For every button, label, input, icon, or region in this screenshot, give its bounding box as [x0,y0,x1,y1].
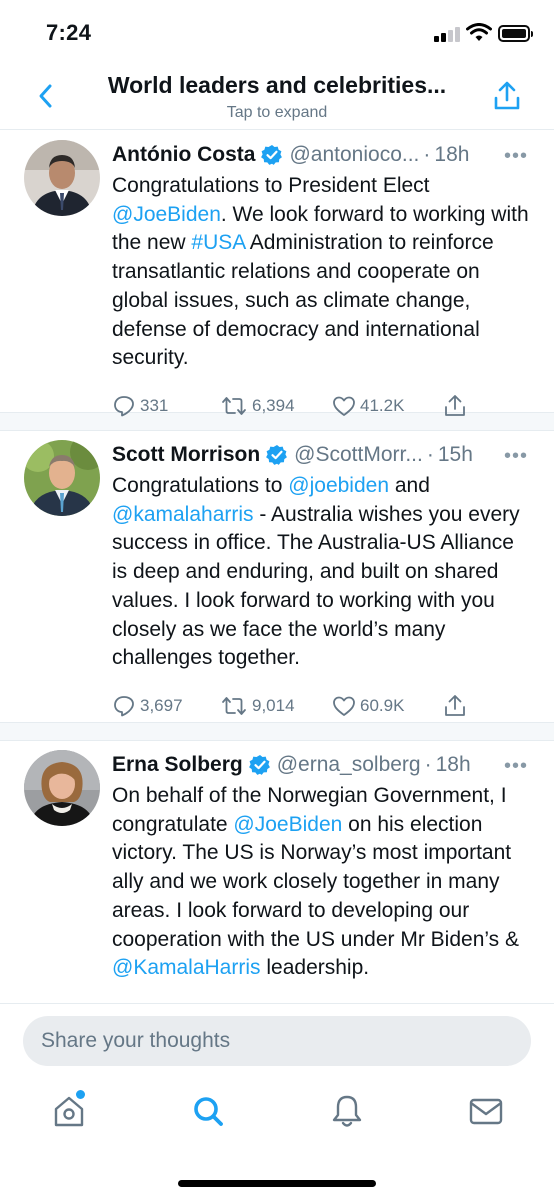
reply-button[interactable]: 3,697 [112,694,220,718]
battery-icon [498,25,533,42]
like-icon [333,396,355,416]
page-title[interactable]: World leaders and celebrities... [70,72,484,99]
wifi-icon [466,23,492,41]
notification-dot [76,1090,85,1099]
reply-button[interactable]: 331 [112,394,220,418]
tap-to-expand[interactable]: Tap to expand [70,104,484,122]
author-handle[interactable]: @antonioco... [289,143,419,167]
retweet-button[interactable]: 6,394 [220,394,332,418]
mail-icon[interactable] [466,1091,506,1131]
share-icon[interactable] [442,393,468,419]
tweet-age: 18h [435,753,471,776]
avatar[interactable] [24,440,100,516]
author-name[interactable]: Scott Morrison [112,443,260,467]
tweet-card[interactable]: Scott Morrison @ScottMorr... · 15h ••• C… [0,431,554,723]
author-name[interactable]: António Costa [112,143,255,167]
status-bar: 7:24 [0,0,554,62]
compose-input[interactable] [23,1016,531,1066]
mention-link[interactable]: @KamalaHarris [112,956,261,979]
search-icon[interactable] [188,1091,228,1131]
cellular-signal-icon [434,26,460,42]
verified-icon [248,755,270,775]
hashtag-link[interactable]: #USA [191,231,245,254]
status-time: 7:24 [46,20,92,45]
compose-bar [0,1003,554,1071]
retweet-count: 9,014 [252,695,295,715]
tweet-text: Congratulations to @joebiden and @kamala… [112,474,520,670]
reply-count: 331 [140,395,169,415]
reply-icon [114,696,134,717]
like-button[interactable]: 60.9K [332,694,442,718]
tweet-actions: 3,697 9,014 60.9K [112,681,534,731]
tweet-card[interactable]: Erna Solberg @erna_solberg · 18h ••• On … [0,741,554,1002]
mention-link[interactable]: @JoeBiden [233,813,342,836]
like-icon [333,696,355,716]
verified-icon [266,445,288,465]
retweet-count: 6,394 [252,395,295,415]
tab-bar [0,1071,554,1200]
tweet-feed: António Costa @antonioco... · 18h ••• Co… [0,131,554,1002]
tweet-actions: 331 6,394 41.2K [112,381,534,431]
separator-dot: · [424,753,432,776]
tweet-text: Congratulations to President Elect @JoeB… [112,174,529,370]
nav-header: World leaders and celebrities... Tap to … [0,62,554,130]
tweet-card[interactable]: António Costa @antonioco... · 18h ••• Co… [0,131,554,417]
separator-dot: · [423,143,431,166]
more-options-icon[interactable]: ••• [504,755,528,778]
verified-icon [261,145,283,165]
share-icon[interactable] [492,80,522,112]
more-options-icon[interactable]: ••• [504,445,528,468]
tweet-text: On behalf of the Norwegian Government, I… [112,784,519,980]
bell-icon[interactable] [327,1091,367,1131]
tweet-age: 15h [437,443,473,466]
share-icon[interactable] [442,693,468,719]
retweet-button[interactable]: 9,014 [220,694,332,718]
reply-icon [114,396,134,417]
back-chevron-icon[interactable] [34,82,58,110]
like-count: 60.9K [360,695,405,715]
avatar[interactable] [24,750,100,826]
avatar[interactable] [24,140,100,216]
author-handle[interactable]: @erna_solberg [277,753,421,777]
like-button[interactable]: 41.2K [332,394,442,418]
mention-link[interactable]: @JoeBiden [112,203,221,226]
like-count: 41.2K [360,395,405,415]
author-handle[interactable]: @ScottMorr... [294,443,423,467]
mention-link[interactable]: @joebiden [288,474,389,497]
more-options-icon[interactable]: ••• [504,145,528,168]
home-indicator [178,1180,376,1187]
reply-count: 3,697 [140,695,183,715]
separator-dot: · [426,443,434,466]
retweet-icon [222,697,246,715]
mention-link[interactable]: @kamalaharris [112,503,254,526]
tweet-age: 18h [434,143,470,166]
compose-box[interactable] [23,1016,531,1066]
author-name[interactable]: Erna Solberg [112,753,243,777]
retweet-icon [222,397,246,415]
